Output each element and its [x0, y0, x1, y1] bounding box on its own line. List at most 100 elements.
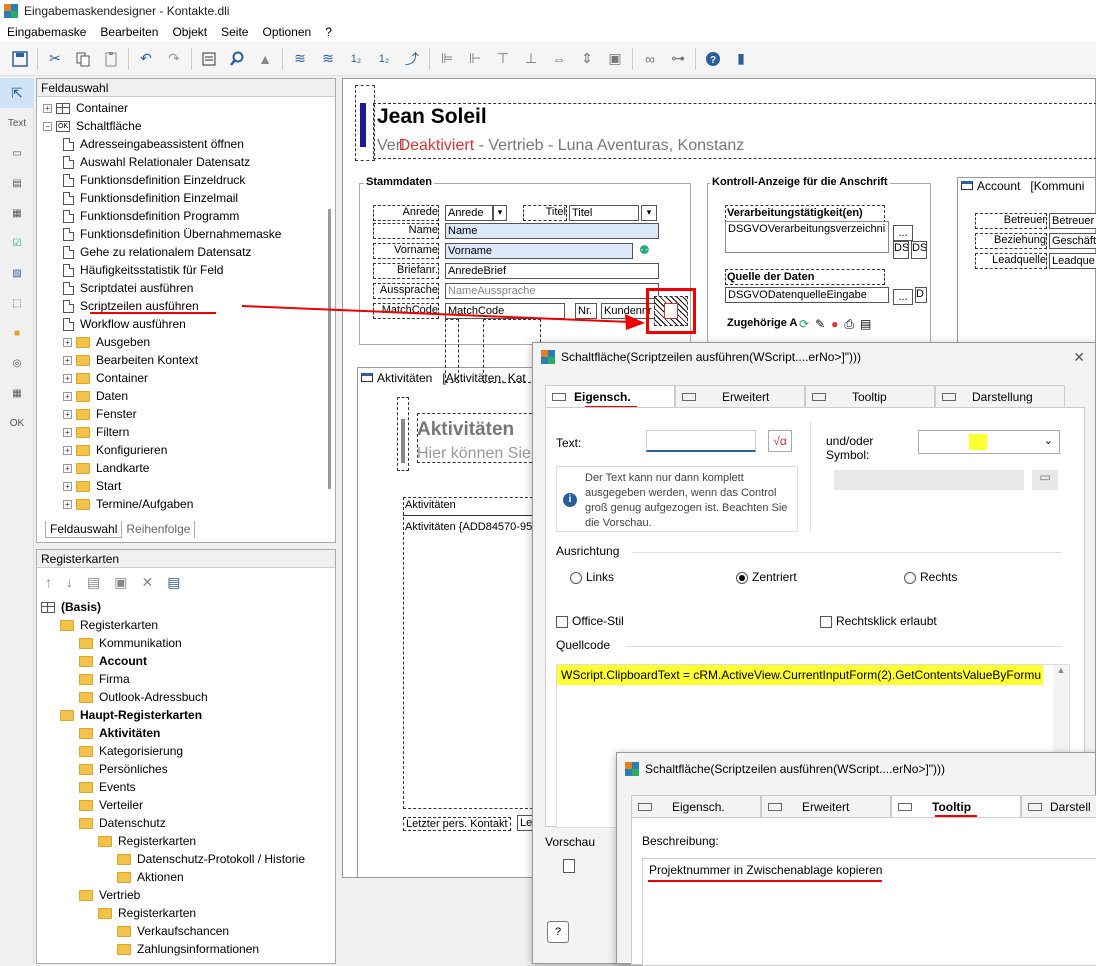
warning-icon[interactable]: ▲ [251, 47, 279, 71]
unlink-icon[interactable]: ⊶ [664, 47, 692, 71]
tree-item[interactable]: + Filtern [43, 423, 335, 441]
radio-zentriert[interactable]: Zentriert [736, 570, 797, 584]
tree-item[interactable]: Scriptdatei ausführen [43, 279, 335, 297]
d-button[interactable]: D [915, 287, 927, 303]
tab-darstellung[interactable]: Darstell [1021, 795, 1096, 817]
field-vorname[interactable]: Vorname [445, 243, 633, 259]
tree-item[interactable]: Aktionen [41, 868, 335, 886]
tree-item[interactable]: Funktionsdefinition Einzeldruck [43, 171, 335, 189]
align-top-icon[interactable]: ⊤ [489, 47, 517, 71]
contact-add-icon[interactable]: ⚉ [639, 243, 650, 257]
account-tab[interactable]: Account [Kommuni [961, 179, 1084, 193]
field-brief[interactable]: AnredeBrief [445, 263, 659, 279]
folder-button[interactable]: ▭ [1032, 470, 1058, 490]
tree-item[interactable]: + Container [43, 99, 335, 117]
menu-bearbeiten[interactable]: Bearbeiten [93, 25, 165, 39]
expand-icon[interactable]: + [63, 337, 72, 347]
undo-icon[interactable]: ↶ [132, 47, 160, 71]
expand-icon[interactable]: + [63, 373, 72, 383]
tree-item[interactable]: Verkaufschancen [41, 922, 335, 940]
tab-feldauswahl[interactable]: Feldauswahl [45, 521, 123, 538]
tree-item[interactable]: (Basis) [41, 598, 335, 616]
textfield-icon[interactable]: ▭ [0, 138, 34, 168]
tree-item[interactable]: Häufigkeitsstatistik für Feld [43, 261, 335, 279]
globe-icon[interactable]: ◎ [0, 348, 34, 378]
search-icon[interactable] [223, 47, 251, 71]
image-icon[interactable]: ▨ [0, 258, 34, 288]
copy-icon[interactable] [69, 47, 97, 71]
properties-icon[interactable] [195, 47, 223, 71]
tree-item[interactable]: + Termine/Aufgaben [43, 495, 335, 512]
verarbeitung-field[interactable]: DSGVOVerarbeitungsverzeichni [725, 221, 889, 253]
paste-icon[interactable] [97, 47, 125, 71]
quelle-field[interactable]: DSGVODatenquelleEingabe [725, 287, 889, 303]
radio-rechts[interactable]: Rechts [904, 570, 957, 584]
center-h-icon[interactable]: ⇔ [545, 47, 573, 71]
formula-button[interactable]: √α [768, 430, 792, 452]
tree-item[interactable]: Auswahl Relationaler Datensatz [43, 153, 335, 171]
tree-item[interactable]: Funktionsdefinition Übernahmemaske [43, 225, 335, 243]
tab-tooltip[interactable]: Tooltip [891, 795, 1021, 817]
memo-icon[interactable]: ▤ [0, 168, 34, 198]
copy-page-icon[interactable]: ▣ [114, 574, 127, 591]
help-icon[interactable]: ? [699, 47, 727, 71]
tab-reihenfolge[interactable]: Reihenfolge [122, 521, 196, 538]
tree-item[interactable]: Registerkarten [41, 832, 335, 850]
menu-seite[interactable]: Seite [214, 25, 255, 39]
tree-item[interactable]: Kategorisierung [41, 742, 335, 760]
tree-item[interactable]: Registerkarten [41, 616, 335, 634]
field-titel[interactable]: Titel [569, 205, 639, 221]
expand-icon[interactable]: + [63, 481, 72, 491]
page-properties-icon[interactable]: ▤ [167, 574, 180, 591]
edit-icon[interactable]: ✎ [815, 317, 825, 332]
titel-dropdown[interactable]: ▾ [641, 205, 657, 221]
tab-eigensch[interactable]: Eigensch. [631, 795, 761, 817]
symbol-select[interactable]: ⌄ [918, 430, 1060, 454]
menu-help[interactable]: ? [318, 25, 339, 39]
expand-icon[interactable]: + [63, 391, 72, 401]
center-v-icon[interactable]: ⇕ [573, 47, 601, 71]
tree-item[interactable]: Haupt-Registerkarten [41, 706, 335, 724]
feldauswahl-scrollbar[interactable] [328, 209, 331, 489]
new-page-icon[interactable]: ▤ [87, 574, 100, 591]
menu-objekt[interactable]: Objekt [165, 25, 214, 39]
tree-item[interactable]: Persönliches [41, 760, 335, 778]
office-stil-checkbox[interactable]: Office-Stil [556, 614, 624, 628]
print-icon[interactable]: ⎙ [844, 317, 854, 332]
numbering-icon[interactable]: 1₂ [342, 47, 370, 71]
help-button[interactable]: ? [547, 921, 569, 943]
tree-item[interactable]: + Bearbeiten Kontext [43, 351, 335, 369]
field-anrede[interactable]: Anrede [445, 205, 493, 221]
tree-item[interactable]: Outlook-Adressbuch [41, 688, 335, 706]
move-up-icon[interactable]: ↑ [45, 574, 52, 590]
beschreibung-textarea[interactable]: Projektnummer in Zwischenablage kopieren [642, 858, 1096, 966]
close-icon[interactable]: ✕ [1073, 349, 1085, 366]
verarbeitung-more-button[interactable]: ... [893, 225, 913, 241]
tree-item[interactable]: Gehe zu relationalem Datensatz [43, 243, 335, 261]
tree-item[interactable]: Verteiler [41, 796, 335, 814]
expand-icon[interactable]: + [43, 103, 52, 113]
ds-button-2[interactable]: DS [911, 241, 927, 259]
quelle-more-button[interactable]: ... [893, 289, 913, 305]
table-icon[interactable]: ▦ [0, 378, 34, 408]
pointer-icon[interactable]: ⇱ [0, 78, 34, 108]
expand-icon[interactable]: + [63, 427, 72, 437]
cut-icon[interactable]: ✂ [41, 47, 69, 71]
tree-item[interactable]: Zahlungsinformationen [41, 940, 335, 956]
tree-item[interactable]: Datenschutz-Protokoll / Historie [41, 850, 335, 868]
tree-item[interactable]: Aktivitäten [41, 724, 335, 742]
tree-item[interactable]: + Konfigurieren [43, 441, 335, 459]
tree-item[interactable]: + Fenster [43, 405, 335, 423]
frame-icon[interactable]: ⬚ [0, 288, 34, 318]
redo-icon[interactable]: ↷ [160, 47, 188, 71]
tab-erweitert[interactable]: Erweitert [761, 795, 891, 817]
tree-item[interactable]: + Start [43, 477, 335, 495]
tab-darstellung[interactable]: Darstellung [935, 385, 1065, 407]
field-name[interactable]: Name [445, 223, 659, 239]
tree-item[interactable]: Adresseingabeassistent öffnen [43, 135, 335, 153]
expand-icon[interactable]: + [63, 409, 72, 419]
save-icon[interactable] [6, 47, 34, 71]
copy-address-icon[interactable]: ▤ [860, 317, 871, 332]
tab-order-icon[interactable]: ⤴ [398, 47, 426, 71]
symbol-path-field[interactable] [834, 470, 1024, 490]
